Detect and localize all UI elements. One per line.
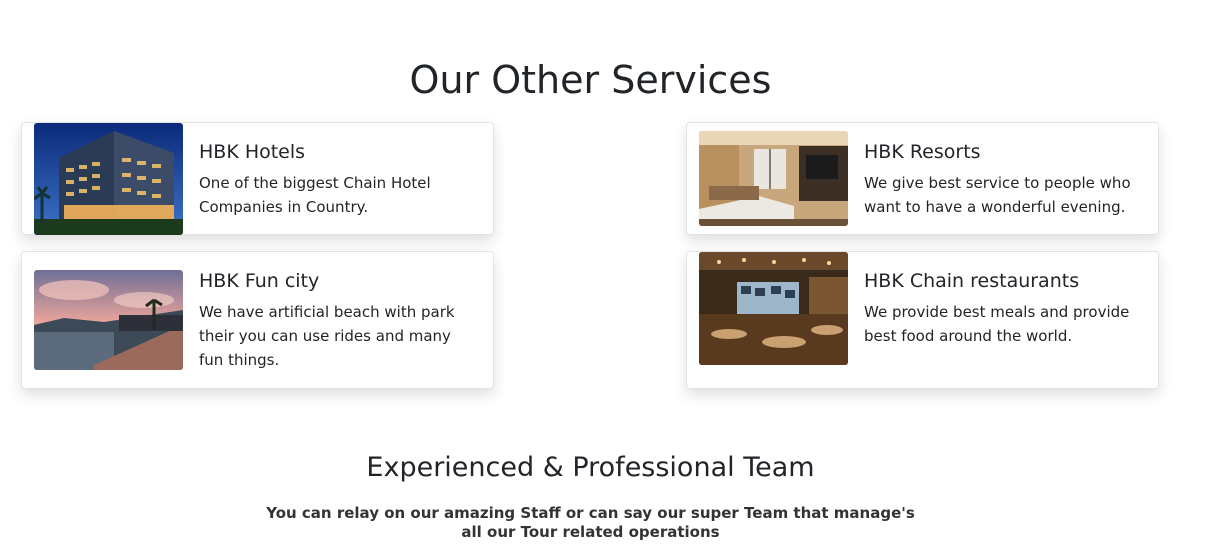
service-card-fun-city[interactable]: HBK Fun city We have artificial beach wi… [21, 251, 494, 389]
service-name: HBK Fun city [199, 270, 320, 292]
beach-park-image [34, 270, 183, 370]
service-description: One of the biggest Chain Hotel Companies… [199, 174, 431, 216]
service-name: HBK Hotels [199, 141, 306, 163]
team-description: You can relay on our amazing Staff or ca… [266, 504, 915, 541]
hotel-building-image [34, 123, 183, 235]
service-description: We provide best meals and provide best f… [864, 303, 1130, 345]
service-name: HBK Resorts [864, 141, 981, 163]
restaurant-interior-image [699, 252, 848, 365]
resort-room-image [699, 131, 848, 226]
services-title: Our Other Services [409, 58, 772, 102]
service-card-resorts[interactable]: HBK Resorts We give best service to peop… [686, 122, 1159, 235]
service-card-restaurants[interactable]: HBK Chain restaurants We provide best me… [686, 251, 1159, 389]
service-card-hotels[interactable]: HBK Hotels One of the biggest Chain Hote… [21, 122, 494, 235]
service-description: We give best service to people who want … [864, 174, 1131, 216]
team-title: Experienced & Professional Team [366, 452, 815, 483]
service-name: HBK Chain restaurants [864, 270, 1080, 292]
service-description: We have artificial beach with park their… [199, 303, 455, 369]
